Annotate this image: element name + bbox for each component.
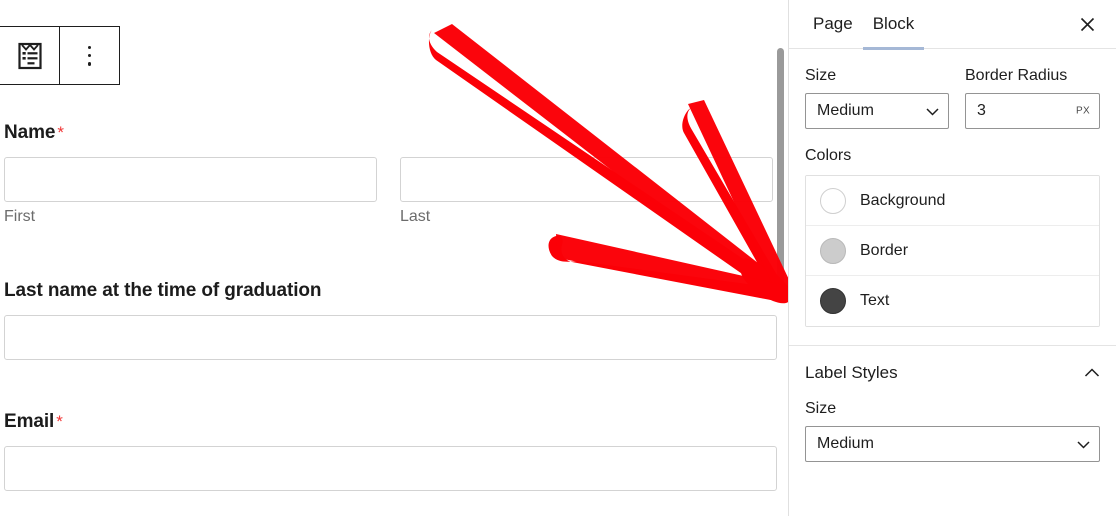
field-email-label: Email * <box>4 411 777 433</box>
field-name: Name * First Last <box>4 122 788 226</box>
color-row-text[interactable]: Text <box>806 276 1099 326</box>
border-radius-input[interactable]: 3 PX <box>965 93 1100 129</box>
close-icon <box>1080 17 1094 31</box>
block-editor-canvas: Name * First Last Last name at the time o… <box>0 0 788 516</box>
field-email: Email * <box>4 411 777 491</box>
border-color-swatch <box>820 237 846 264</box>
editor-screen: Name * First Last Last name at the time o… <box>0 0 1116 516</box>
first-name-input[interactable] <box>4 157 377 202</box>
sidebar-tabs: Page Block <box>789 0 925 50</box>
border-radius-unit: PX <box>1076 105 1090 117</box>
sidebar-header: Page Block <box>789 0 1116 50</box>
field-name-label-text: Name <box>4 122 56 143</box>
field-name-label: Name * <box>4 122 788 144</box>
field-email-label-text: Email <box>4 411 55 432</box>
field-name-last: Last <box>400 157 773 226</box>
tab-page[interactable]: Page <box>803 0 863 49</box>
colors-control: Colors Background Border Text <box>805 147 1100 327</box>
chevron-up-icon <box>1084 368 1100 377</box>
field-size-label: Size <box>805 67 837 84</box>
block-toolbar <box>0 26 120 85</box>
label-size-select[interactable]: Medium <box>805 426 1100 462</box>
size-and-radius-row: Size Medium Border Radius 3 PX <box>805 67 1100 129</box>
chevron-down-icon <box>926 108 939 116</box>
color-row-background[interactable]: Background <box>806 176 1099 226</box>
form-block-icon-button[interactable] <box>0 27 59 84</box>
last-name-input[interactable] <box>400 157 773 202</box>
label-styles-body: Size Medium <box>789 400 1116 462</box>
email-input[interactable] <box>4 446 777 491</box>
last-name-sublabel: Last <box>400 208 431 225</box>
required-asterisk: * <box>56 412 63 431</box>
field-size-select[interactable]: Medium <box>805 93 949 129</box>
field-last-name-graduation: Last name at the time of graduation <box>4 280 777 360</box>
tab-page-label: Page <box>813 14 853 33</box>
colors-list: Background Border Text <box>805 175 1100 327</box>
block-settings-sidebar: Page Block Size Medium Border Radius 3 P… <box>788 0 1116 516</box>
more-options-button[interactable] <box>60 27 119 84</box>
first-name-sublabel: First <box>4 208 36 225</box>
field-size-control: Size Medium <box>805 67 949 129</box>
border-radius-value: 3 <box>977 102 986 119</box>
form-block-icon <box>17 42 42 69</box>
border-color-label: Border <box>860 241 909 259</box>
tab-block[interactable]: Block <box>862 0 925 50</box>
field-name-first: First <box>4 157 377 226</box>
tab-block-label: Block <box>872 14 915 33</box>
text-color-swatch <box>820 288 846 314</box>
label-size-label: Size <box>805 400 837 417</box>
label-styles-panel-header[interactable]: Label Styles <box>789 346 1116 400</box>
close-sidebar-button[interactable] <box>1072 9 1102 39</box>
field-styles-section: Size Medium Border Radius 3 PX Colors Ba… <box>789 49 1116 327</box>
text-color-label: Text <box>860 292 890 309</box>
chevron-down-icon <box>1077 441 1090 449</box>
label-size-value: Medium <box>817 435 874 452</box>
editor-scrollbar-thumb[interactable] <box>777 48 784 286</box>
field-size-value: Medium <box>817 102 874 119</box>
last-name-graduation-input[interactable] <box>4 315 777 360</box>
background-color-label: Background <box>860 191 946 209</box>
border-radius-label: Border Radius <box>965 67 1068 84</box>
color-row-border[interactable]: Border <box>806 226 1099 276</box>
field-last-name-graduation-label-text: Last name at the time of graduation <box>4 280 322 301</box>
colors-title: Colors <box>805 147 852 164</box>
label-styles-title: Label Styles <box>805 363 898 382</box>
border-radius-control: Border Radius 3 PX <box>965 67 1100 129</box>
required-asterisk: * <box>57 123 64 142</box>
field-last-name-graduation-label: Last name at the time of graduation <box>4 280 777 302</box>
more-options-vertical-dots-icon <box>87 45 92 66</box>
background-color-swatch <box>820 187 846 214</box>
